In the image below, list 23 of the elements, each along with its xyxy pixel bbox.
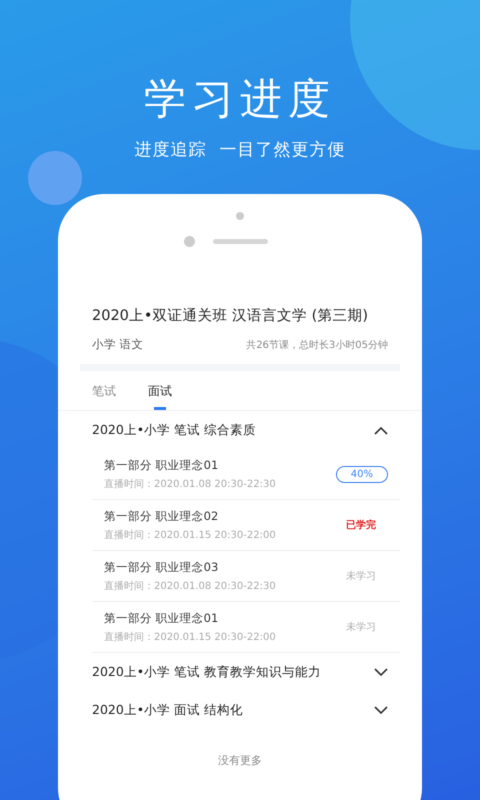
end-of-list-text: 没有更多 <box>217 753 263 768</box>
section-header[interactable]: 2020上•小学 笔试 教育教学知识与能力 <box>58 653 422 691</box>
status-label: 已学完 <box>346 518 376 532</box>
camera-icon <box>236 212 244 220</box>
section-header[interactable]: 2020上•小学 笔试 综合素质 <box>58 411 422 449</box>
speaker-icon <box>213 239 268 244</box>
status-label: 未学习 <box>346 570 376 583</box>
headline: 学习进度 <box>144 74 336 124</box>
course-title: 2020上•双证通关班 汉语言文学 (第三期) <box>92 306 369 325</box>
lesson-row[interactable]: 第一部分 职业理念02 直播时间：2020.01.15 20:30-22:00 已学完 <box>92 500 400 551</box>
decor-circle <box>28 151 82 205</box>
sensor-icon <box>184 236 195 247</box>
lesson-row[interactable]: 第一部分 职业理念03 直播时间：2020.01.08 20:30-22:30 未学习 <box>92 551 400 602</box>
tab[interactable]: 笔试 <box>92 377 116 410</box>
section-header[interactable]: 2020上•小学 面试 结构化 <box>58 691 422 729</box>
progress-badge: 40% <box>336 466 388 482</box>
tab[interactable]: 面试 <box>148 377 172 410</box>
course-subject: 小学 语文 <box>92 337 144 352</box>
tagline: 进度追踪 一目了然更方便 <box>134 139 346 161</box>
course-summary: 共26节课，总时长3小时05分钟 <box>246 338 388 352</box>
lesson-row[interactable]: 第一部分 职业理念01 直播时间：2020.01.08 20:30-22:30 40% <box>92 449 400 500</box>
lesson-row[interactable]: 第一部分 职业理念01 直播时间：2020.01.15 20:30-22:00 未学习 <box>92 602 400 653</box>
status-label: 未学习 <box>346 620 376 634</box>
